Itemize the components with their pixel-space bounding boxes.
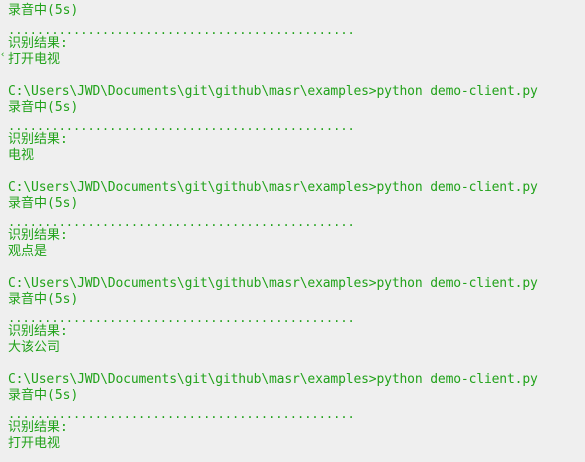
result-text: 电视 xyxy=(8,148,35,163)
result-label: 识别结果: xyxy=(8,36,68,51)
command-prompt: C:\Users\JWD\Documents\git\github\masr\e… xyxy=(8,84,538,99)
progress-dots: ........................................… xyxy=(8,215,355,229)
console-window[interactable]: ‹ 录音中(5s) ..............................… xyxy=(0,0,585,462)
progress-dots: ........................................… xyxy=(8,119,355,133)
result-label: 识别结果: xyxy=(8,324,68,339)
command-prompt: C:\Users\JWD\Documents\git\github\masr\e… xyxy=(8,372,538,387)
progress-dots: ........................................… xyxy=(8,311,355,325)
result-text: 大该公司 xyxy=(8,340,61,355)
progress-dots: ........................................… xyxy=(8,23,355,37)
recording-status: 录音中(5s) xyxy=(8,100,79,115)
cursor-mark-icon: ‹ xyxy=(0,50,6,60)
result-label: 识别结果: xyxy=(8,132,68,147)
result-label: 识别结果: xyxy=(8,420,68,435)
result-text: 打开电视 xyxy=(8,52,61,67)
recording-status: 录音中(5s) xyxy=(8,196,79,211)
recording-status: 录音中(5s) xyxy=(8,388,79,403)
command-prompt: C:\Users\JWD\Documents\git\github\masr\e… xyxy=(8,276,538,291)
progress-dots: ........................................… xyxy=(8,407,355,421)
result-label: 识别结果: xyxy=(8,228,68,243)
recording-status: 录音中(5s) xyxy=(8,3,79,18)
result-text: 打开电视 xyxy=(8,436,61,451)
recording-status: 录音中(5s) xyxy=(8,292,79,307)
result-text: 观点是 xyxy=(8,244,48,259)
command-prompt: C:\Users\JWD\Documents\git\github\masr\e… xyxy=(8,180,538,195)
